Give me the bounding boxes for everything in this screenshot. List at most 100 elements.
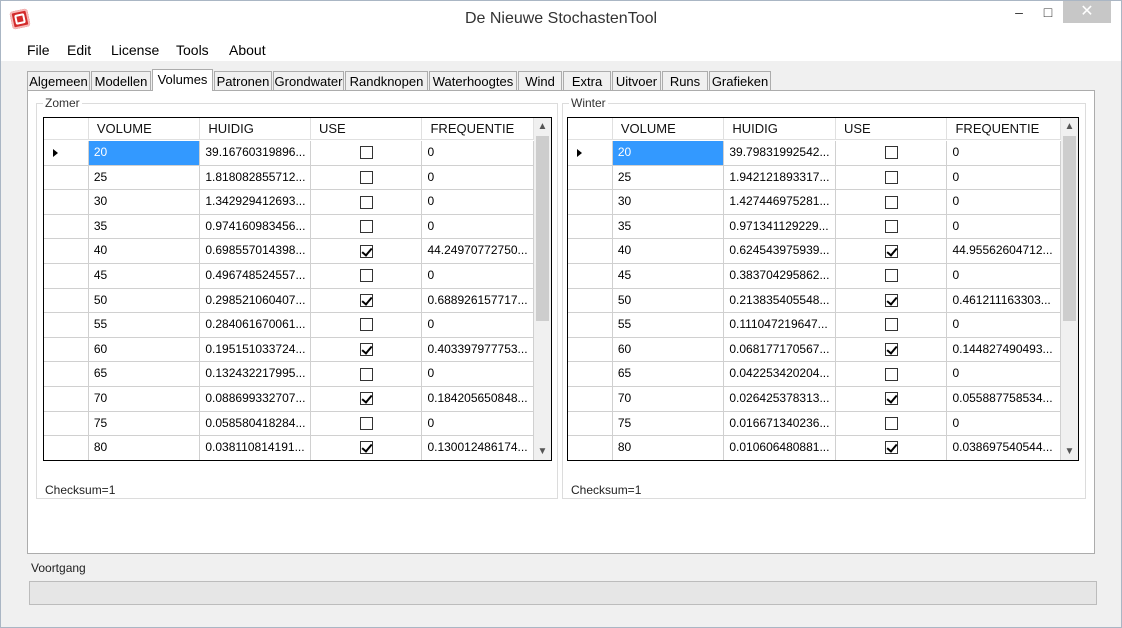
frequentie-cell[interactable]: 0.688926157717... [422, 288, 534, 313]
volume-cell[interactable]: 70 [613, 386, 725, 411]
volume-cell[interactable]: 70 [89, 386, 201, 411]
volume-cell[interactable]: 40 [613, 239, 725, 263]
huidig-cell[interactable]: 0.298521060407... [200, 288, 311, 313]
volume-cell[interactable]: 25 [613, 165, 725, 190]
table-row[interactable]: 35 0.971341129229... 0 [568, 214, 1061, 240]
table-row[interactable]: 30 1.427446975281... 0 [568, 190, 1061, 215]
use-cell[interactable] [836, 263, 948, 288]
use-cell[interactable] [836, 190, 948, 214]
row-header[interactable] [568, 288, 613, 313]
volume-cell[interactable]: 20 [88, 141, 201, 165]
scroll-thumb[interactable] [536, 136, 549, 321]
row-header[interactable] [44, 337, 89, 362]
use-cell[interactable] [836, 411, 948, 436]
frequentie-cell[interactable]: 0.144827490493... [947, 337, 1061, 362]
use-checkbox[interactable] [359, 367, 373, 381]
huidig-cell[interactable]: 0.068177170567... [724, 337, 836, 362]
tab-grafieken[interactable]: Grafieken [709, 71, 771, 90]
row-header[interactable] [568, 141, 613, 165]
huidig-cell[interactable]: 0.038110814191... [200, 436, 311, 460]
maximize-button[interactable]: □ [1035, 1, 1061, 23]
frequentie-cell[interactable]: 0.055887758534... [947, 386, 1061, 411]
volume-cell[interactable]: 65 [89, 362, 201, 386]
table-row[interactable]: 25 1.942121893317... 0 [568, 165, 1061, 191]
col-huidig[interactable]: HUIDIG [724, 118, 836, 140]
tab-runs[interactable]: Runs [662, 71, 708, 90]
volume-cell[interactable]: 55 [613, 313, 725, 337]
frequentie-cell[interactable]: 0 [422, 214, 534, 239]
volume-cell[interactable]: 40 [89, 239, 201, 263]
row-header[interactable] [44, 239, 89, 263]
frequentie-cell[interactable]: 0 [947, 313, 1061, 337]
scroll-thumb[interactable] [1063, 136, 1076, 321]
table-row[interactable]: 55 0.111047219647... 0 [568, 313, 1061, 338]
huidig-cell[interactable]: 0.042253420204... [724, 362, 836, 386]
huidig-cell[interactable]: 0.624543975939... [724, 239, 836, 263]
volume-cell[interactable]: 35 [613, 214, 725, 239]
table-row[interactable]: 80 0.038110814191... 0.130012486174... [44, 436, 534, 460]
table-row[interactable]: 55 0.284061670061... 0 [44, 313, 534, 338]
menu-file[interactable]: File [27, 42, 50, 58]
tab-wind[interactable]: Wind [518, 71, 562, 90]
use-cell[interactable] [836, 214, 948, 239]
row-header[interactable] [44, 362, 89, 386]
use-cell[interactable] [311, 386, 423, 411]
use-checkbox[interactable] [884, 343, 898, 357]
volume-cell[interactable]: 45 [613, 263, 725, 288]
frequentie-cell[interactable]: 44.24970772750... [422, 239, 534, 263]
row-header[interactable] [44, 288, 89, 313]
volume-cell[interactable]: 65 [613, 362, 725, 386]
row-header[interactable] [44, 263, 89, 288]
frequentie-cell[interactable]: 0 [422, 313, 534, 337]
huidig-cell[interactable]: 1.427446975281... [724, 190, 836, 214]
col-frequentie[interactable]: FREQUENTIE [947, 118, 1062, 140]
use-checkbox[interactable] [359, 220, 373, 234]
use-cell[interactable] [836, 436, 948, 460]
row-header[interactable] [568, 165, 613, 190]
use-cell[interactable] [311, 362, 423, 386]
table-row[interactable]: 30 1.342929412693... 0 [44, 190, 534, 215]
use-cell[interactable] [311, 436, 423, 460]
frequentie-cell[interactable]: 44.95562604712... [947, 239, 1061, 263]
use-cell[interactable] [836, 362, 948, 386]
col-use[interactable]: USE [835, 118, 948, 140]
use-cell[interactable] [311, 239, 423, 263]
scroll-up-icon[interactable]: ▲ [1061, 118, 1078, 135]
huidig-cell[interactable]: 0.010606480881... [724, 436, 836, 460]
frequentie-cell[interactable]: 0.130012486174... [422, 436, 534, 460]
use-cell[interactable] [836, 141, 948, 165]
frequentie-cell[interactable]: 0 [422, 141, 534, 165]
use-cell[interactable] [311, 313, 423, 337]
col-use[interactable]: USE [310, 118, 423, 140]
col-frequentie[interactable]: FREQUENTIE [422, 118, 535, 140]
use-cell[interactable] [311, 165, 423, 190]
row-header[interactable] [44, 436, 89, 460]
huidig-cell[interactable]: 1.818082855712... [200, 165, 311, 190]
use-cell[interactable] [836, 165, 948, 190]
row-header[interactable] [44, 141, 89, 165]
use-checkbox[interactable] [359, 416, 373, 430]
table-row[interactable]: 65 0.042253420204... 0 [568, 362, 1061, 387]
scroll-down-icon[interactable]: ▼ [534, 443, 551, 460]
use-cell[interactable] [311, 337, 423, 362]
frequentie-cell[interactable]: 0 [422, 165, 534, 190]
row-header[interactable] [44, 411, 89, 436]
scroll-up-icon[interactable]: ▲ [534, 118, 551, 135]
row-header[interactable] [568, 362, 613, 386]
winter-grid[interactable]: VOLUME HUIDIG USE FREQUENTIE 20 39.798319… [567, 117, 1079, 461]
use-cell[interactable] [836, 288, 948, 313]
volume-cell[interactable]: 30 [613, 190, 725, 214]
table-row[interactable]: 75 0.016671340236... 0 [568, 411, 1061, 437]
volume-cell[interactable]: 20 [612, 141, 725, 165]
frequentie-cell[interactable]: 0 [947, 362, 1061, 386]
huidig-cell[interactable]: 1.942121893317... [724, 165, 836, 190]
use-checkbox[interactable] [359, 343, 373, 357]
use-cell[interactable] [836, 313, 948, 337]
volume-cell[interactable]: 75 [613, 411, 725, 436]
zomer-vertical-scrollbar[interactable]: ▲ ▼ [534, 118, 551, 460]
frequentie-cell[interactable]: 0 [947, 141, 1061, 165]
volume-cell[interactable]: 50 [89, 288, 201, 313]
frequentie-cell[interactable]: 0 [947, 165, 1061, 190]
row-header[interactable] [568, 214, 613, 239]
use-checkbox[interactable] [359, 441, 373, 455]
